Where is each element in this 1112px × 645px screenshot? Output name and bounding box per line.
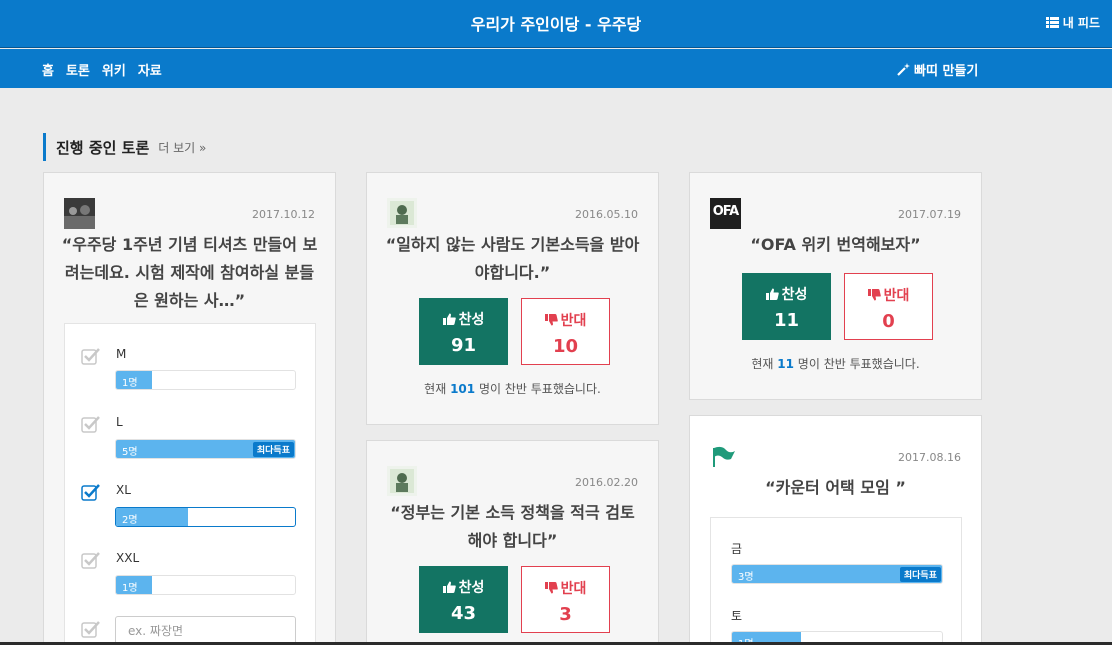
poll-option-bar[interactable]: 3명 최다득표	[731, 564, 943, 584]
thumbs-up-icon	[765, 288, 779, 300]
poll-option-count: 1명	[122, 583, 138, 594]
avatar	[387, 466, 417, 496]
agree-button[interactable]: 찬성 43	[419, 566, 508, 633]
nav-resources[interactable]: 자료	[138, 60, 162, 79]
debate-title[interactable]: “일하지 않는 사람도 기본소득을 받아야합니다.”	[383, 231, 642, 287]
agree-count: 11	[773, 310, 800, 331]
poll-option-count: 2명	[122, 515, 138, 526]
vote-summary: 현재 11 명이 찬반 투표했습니다.	[751, 357, 920, 371]
thumbs-up-icon	[442, 581, 456, 593]
nav-home[interactable]: 홈	[42, 60, 54, 79]
post-date: 2017.08.16	[898, 451, 961, 464]
agree-button[interactable]: 찬성 91	[419, 298, 508, 365]
poll-option-label: 금	[731, 542, 743, 556]
poll-option-count: 1명	[122, 378, 138, 389]
agree-label: 찬성	[458, 312, 485, 328]
section-header: 진행 중인 토론 더 보기 »	[43, 133, 206, 161]
ofa-logo: OFA	[710, 198, 741, 229]
poll-option-bar[interactable]: 2명	[115, 507, 296, 527]
poll-box: 금 3명 최다득표 토 1명	[710, 517, 962, 645]
agree-button[interactable]: 찬성 11	[742, 273, 831, 340]
debate-card-basic-income[interactable]: 2016.05.10 “일하지 않는 사람도 기본소득을 받아야합니다.” 찬성…	[366, 172, 659, 425]
vote-summary: 현재 101 명이 찬반 투표했습니다.	[424, 382, 601, 396]
agree-count: 43	[450, 603, 477, 624]
my-feed-label: 내 피드	[1062, 16, 1100, 30]
flag-icon	[710, 446, 736, 468]
post-date: 2017.07.19	[898, 208, 961, 221]
disagree-button[interactable]: 반대 10	[521, 298, 610, 365]
vote-total: 11	[777, 357, 794, 371]
poll-box: M 1명 L 5명 최다득표 XL 2명 XXL 1명 ex. 짜장면	[64, 323, 316, 645]
poll-option-bar[interactable]: 1명	[115, 370, 296, 390]
debate-card-counter[interactable]: 2017.08.16 “카운터 어택 모임 ” 금 3명 최다득표 토 1명	[689, 415, 982, 645]
quick-create-label: 빠띠 만들기	[914, 64, 979, 79]
post-date: 2017.10.12	[252, 208, 315, 221]
debate-title[interactable]: “우주당 1주년 기념 티셔츠 만들어 보려는데요. 시험 제작에 참여하실 분…	[60, 231, 319, 315]
thumbs-down-icon	[544, 582, 558, 594]
checkbox-icon[interactable]	[81, 551, 101, 569]
poll-option-label: 토	[731, 609, 743, 623]
checkbox-icon[interactable]	[81, 347, 101, 365]
disagree-button[interactable]: 반대 0	[844, 273, 933, 340]
poll-option-bar[interactable]: 5명 최다득표	[115, 439, 296, 459]
top-vote-badge: 최다득표	[252, 442, 294, 457]
disagree-button[interactable]: 반대 3	[521, 566, 610, 633]
poll-option-label: L	[116, 415, 123, 429]
site-title[interactable]: 우리가 주인이당 - 우주당	[0, 11, 1112, 35]
quick-create-button[interactable]: 빠띠 만들기	[897, 60, 978, 79]
top-bar: 우리가 주인이당 - 우주당 내 피드	[0, 0, 1112, 48]
more-link[interactable]: 더 보기 »	[158, 139, 206, 156]
agree-count: 91	[450, 335, 477, 356]
poll-option-label: M	[116, 347, 127, 361]
disagree-label: 반대	[560, 581, 587, 597]
agree-label: 찬성	[458, 580, 485, 596]
debate-title[interactable]: “카운터 어택 모임 ”	[706, 474, 965, 502]
avatar	[387, 198, 417, 228]
section-title: 진행 중인 토론	[56, 138, 150, 157]
disagree-label: 반대	[560, 313, 587, 329]
agree-label: 찬성	[781, 287, 808, 303]
checkbox-icon[interactable]	[81, 620, 101, 638]
my-feed-button[interactable]: 내 피드	[1045, 14, 1100, 31]
thumbs-down-icon	[867, 289, 881, 301]
list-icon	[1045, 17, 1059, 28]
poll-option-label: XXL	[116, 551, 140, 565]
disagree-label: 반대	[883, 288, 910, 304]
post-date: 2016.05.10	[575, 208, 638, 221]
post-date: 2016.02.20	[575, 476, 638, 489]
thumbs-up-icon	[442, 313, 456, 325]
top-vote-badge: 최다득표	[899, 567, 941, 582]
nav-links: 홈 토론 위키 자료	[42, 60, 162, 79]
nav-bar: 홈 토론 위키 자료 빠띠 만들기	[0, 49, 1112, 88]
debate-card-ofa[interactable]: OFA 2017.07.19 “OFA 위키 번역해보자” 찬성 11 반대 0…	[689, 172, 982, 400]
avatar	[64, 198, 95, 229]
disagree-count: 10	[552, 336, 579, 357]
disagree-count: 3	[559, 604, 572, 625]
checkbox-icon[interactable]	[81, 415, 101, 433]
vote-total: 101	[450, 382, 476, 396]
debate-card-gov-policy[interactable]: 2016.02.20 “정부는 기본 소득 정책을 적극 검토해야 합니다” 찬…	[366, 440, 659, 645]
debate-title[interactable]: “OFA 위키 번역해보자”	[706, 231, 965, 259]
poll-option-count: 3명	[738, 572, 754, 583]
nav-debate[interactable]: 토론	[66, 60, 90, 79]
poll-option-bar[interactable]: 1명	[115, 575, 296, 595]
debate-card-tshirt[interactable]: 2017.10.12 “우주당 1주년 기념 티셔츠 만들어 보려는데요. 시험…	[43, 172, 336, 645]
debate-title[interactable]: “정부는 기본 소득 정책을 적극 검토해야 합니다”	[383, 499, 642, 555]
disagree-count: 0	[882, 311, 895, 332]
magic-wand-icon	[897, 63, 910, 76]
nav-wiki[interactable]: 위키	[102, 60, 126, 79]
new-option-input[interactable]	[115, 616, 296, 645]
checkbox-checked-icon[interactable]	[81, 483, 101, 501]
poll-option-count: 5명	[122, 447, 138, 458]
poll-option-label: XL	[116, 483, 131, 497]
thumbs-down-icon	[544, 314, 558, 326]
